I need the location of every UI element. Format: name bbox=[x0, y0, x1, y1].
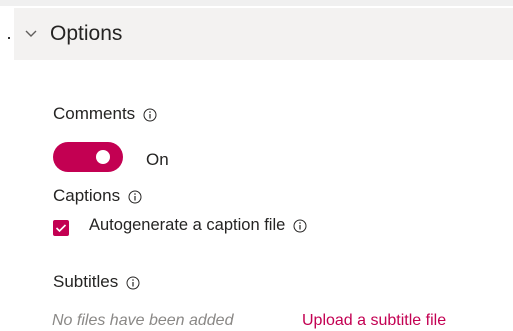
section-title: Options bbox=[50, 22, 123, 45]
autogenerate-caption-checkbox[interactable] bbox=[53, 220, 69, 236]
checkmark-icon bbox=[55, 224, 67, 233]
options-section-header[interactable]: Options bbox=[14, 8, 513, 60]
subtitles-label: Subtitles bbox=[53, 272, 119, 291]
info-icon[interactable] bbox=[128, 189, 142, 204]
toggle-knob bbox=[96, 150, 110, 164]
chevron-down-icon[interactable] bbox=[24, 27, 38, 41]
autogenerate-caption-label-row: Autogenerate a caption file bbox=[89, 216, 307, 235]
subtitles-label-row: Subtitles bbox=[53, 272, 140, 292]
comments-toggle[interactable] bbox=[53, 142, 123, 172]
comments-label: Comments bbox=[53, 104, 136, 123]
upload-subtitle-link[interactable]: Upload a subtitle file bbox=[302, 312, 446, 330]
captions-label-row: Captions bbox=[53, 186, 142, 206]
info-icon[interactable] bbox=[126, 275, 140, 290]
options-panel: Options Comments On Captions Autogenerat… bbox=[0, 0, 513, 331]
autogenerate-caption-label: Autogenerate a caption file bbox=[89, 216, 286, 234]
no-files-text: No files have been added bbox=[52, 312, 234, 329]
toggle-state-label: On bbox=[146, 150, 169, 169]
comments-label-row: Comments bbox=[53, 104, 157, 124]
captions-label: Captions bbox=[53, 186, 121, 205]
info-icon[interactable] bbox=[293, 219, 307, 233]
info-icon[interactable] bbox=[143, 107, 157, 122]
top-divider bbox=[0, 0, 513, 6]
edge-marker bbox=[8, 37, 10, 39]
